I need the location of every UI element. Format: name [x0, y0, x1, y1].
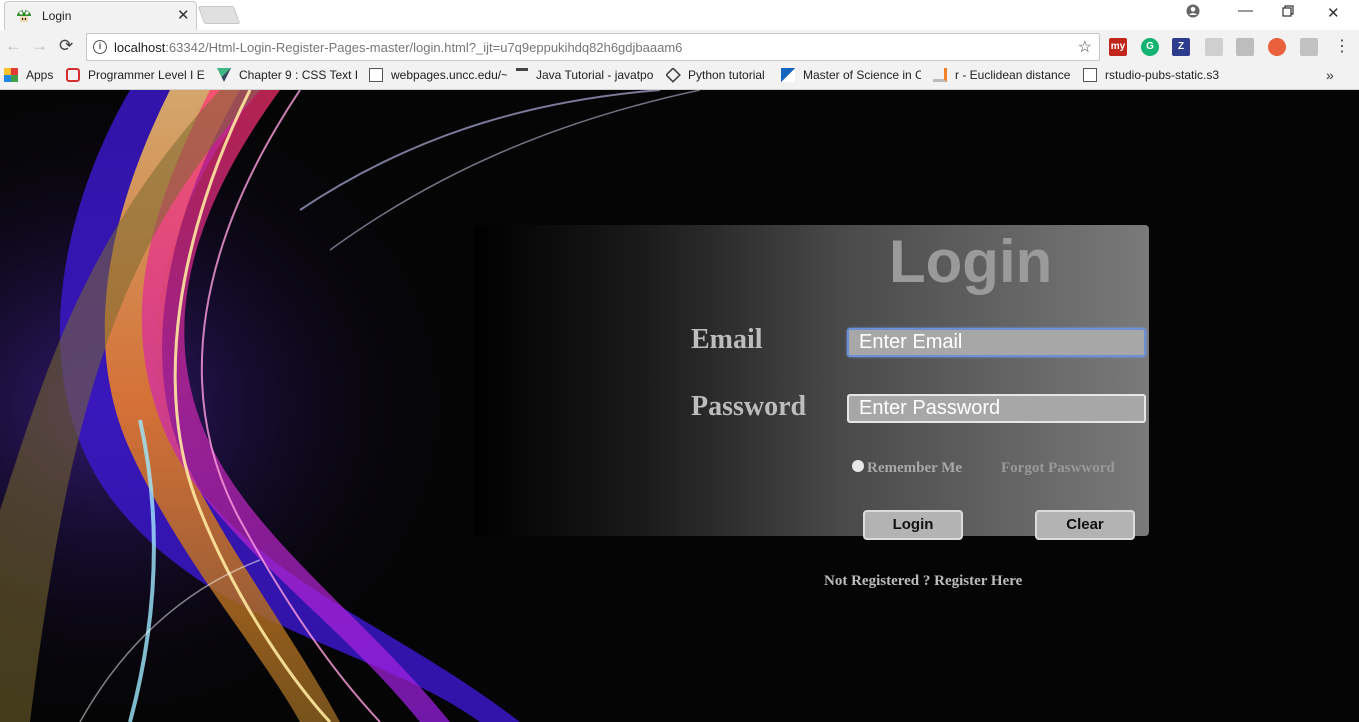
browser-toolbar: ← → ⟳ i localhost:63342/Html-Login-Regis… — [0, 30, 1359, 64]
cube-icon[interactable] — [1300, 38, 1318, 56]
bookmark-item[interactable]: webpages.uncc.edu/~ — [369, 68, 507, 86]
new-tab-button[interactable] — [197, 6, 241, 24]
vue-icon — [217, 68, 231, 82]
tab-strip: Login ✕ — ✕ — [0, 0, 1359, 30]
bookmark-item[interactable]: Programmer Level I E — [66, 68, 206, 86]
forward-icon[interactable]: → — [31, 36, 48, 56]
grammarly-icon[interactable]: G — [1141, 38, 1159, 56]
page-icon — [369, 68, 383, 82]
reload-icon[interactable]: ⟳ — [59, 36, 73, 56]
site-info-icon[interactable]: i — [93, 40, 107, 54]
bookmark-label: Python tutorial — [688, 68, 765, 82]
bookmark-label: Chapter 9 : CSS Text F — [239, 68, 357, 82]
bookmark-item[interactable]: Apps — [4, 68, 59, 86]
login-heading: Login — [889, 228, 1053, 295]
bookmark-label: Programmer Level I E — [88, 68, 205, 82]
diamond-icon — [666, 68, 681, 83]
email-field[interactable] — [847, 328, 1146, 357]
stackoverflow-icon — [933, 68, 947, 82]
mushroom-favicon-icon — [17, 9, 31, 22]
adblock-icon[interactable] — [1268, 38, 1286, 56]
remember-me-radio[interactable] — [852, 460, 864, 472]
bookmark-label: Java Tutorial - javatpo — [536, 68, 654, 82]
bookmark-label: r - Euclidean distance — [955, 68, 1071, 82]
tab-login[interactable]: Login ✕ — [4, 1, 197, 30]
bookmark-label: Apps — [26, 68, 54, 82]
bookmark-item[interactable]: Java Tutorial - javatpo — [516, 68, 656, 86]
oracle-icon — [66, 68, 80, 82]
bookmark-label: Master of Science in C — [803, 68, 921, 82]
flag-icon — [781, 68, 795, 82]
tab-title: Login — [42, 9, 72, 23]
bookmarks-bar: Apps Programmer Level I E Chapter 9 : CSS … — [0, 64, 1359, 90]
extension-icon[interactable] — [1205, 38, 1223, 56]
bookmark-item[interactable]: Master of Science in C — [781, 68, 921, 86]
zotero-icon[interactable]: Z — [1172, 38, 1190, 56]
bookmark-item[interactable]: rstudio-pubs-static.s3 — [1083, 68, 1223, 86]
profile-icon[interactable] — [1186, 4, 1200, 22]
bookmark-star-icon[interactable]: ☆ — [1078, 37, 1092, 57]
remember-me-label: Remember Me — [867, 460, 963, 476]
pdf-icon[interactable] — [1236, 38, 1254, 56]
close-window-icon[interactable]: ✕ — [1327, 4, 1340, 22]
login-page: Login Email Password Remember Me Forgot … — [0, 90, 1359, 722]
bookmark-item[interactable]: Python tutorial — [666, 68, 771, 86]
text-t-icon — [516, 68, 528, 82]
password-label: Password — [691, 391, 807, 422]
address-bar[interactable]: i localhost:63342/Html-Login-Register-Pa… — [86, 33, 1100, 61]
my-extension-icon[interactable]: my — [1109, 38, 1127, 56]
login-form-panel: Login Email Password Remember Me Forgot … — [474, 225, 1149, 540]
bookmarks-overflow-button[interactable]: » — [1326, 67, 1334, 83]
apps-grid-icon — [4, 68, 18, 82]
clear-button[interactable]: Clear — [1035, 510, 1135, 540]
login-button[interactable]: Login — [863, 510, 963, 540]
password-field[interactable] — [847, 394, 1146, 423]
page-icon — [1083, 68, 1097, 82]
bookmark-item[interactable]: Chapter 9 : CSS Text F — [217, 68, 357, 86]
close-tab-icon[interactable]: ✕ — [177, 6, 190, 24]
email-label: Email — [691, 324, 763, 355]
url-text[interactable]: localhost:63342/Html-Login-Register-Page… — [114, 40, 682, 55]
forgot-password-link[interactable]: Forgot Paswword — [1001, 460, 1115, 477]
minimize-icon[interactable]: — — [1238, 2, 1253, 19]
register-link[interactable]: Not Registered ? Register Here — [824, 573, 1022, 590]
bookmark-label: rstudio-pubs-static.s3 — [1105, 68, 1220, 82]
bookmark-item[interactable]: r - Euclidean distance — [933, 68, 1073, 86]
remember-me-option[interactable]: Remember Me — [852, 460, 962, 477]
restore-icon[interactable] — [1282, 4, 1294, 21]
back-icon[interactable]: ← — [5, 36, 22, 56]
bookmark-label: webpages.uncc.edu/~ — [391, 68, 507, 82]
menu-icon[interactable]: ⋮ — [1334, 36, 1350, 56]
